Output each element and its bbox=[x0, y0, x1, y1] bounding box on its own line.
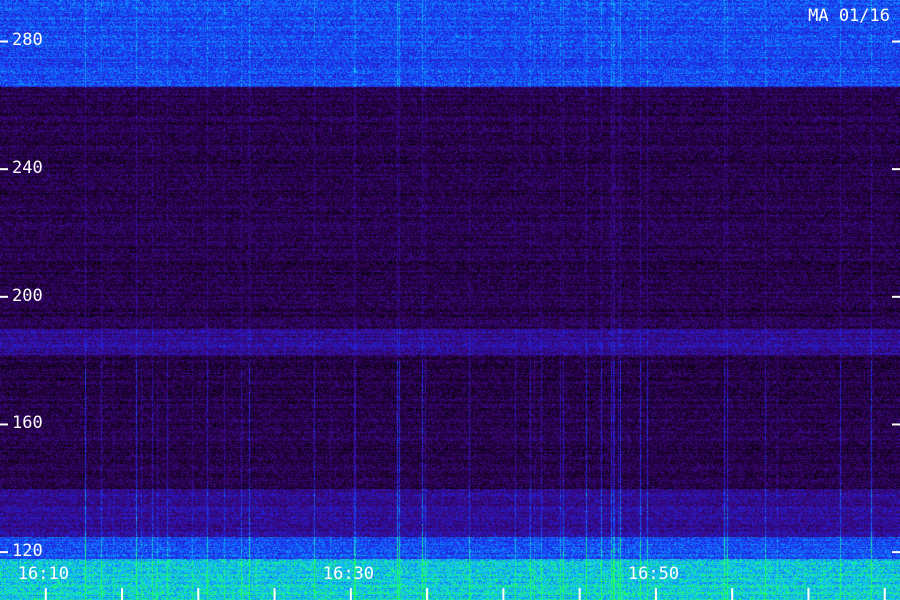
y-tick-label: 240 bbox=[12, 158, 43, 179]
x-tick-label: 16:10 bbox=[17, 564, 69, 584]
spectrogram-chart: MA 01/16 120 160 200 240 280 16:10 16:30 16:50 bbox=[0, 0, 900, 600]
chart-title: MA 01/16 bbox=[808, 6, 890, 26]
y-tick-label: 280 bbox=[12, 30, 43, 51]
chart-axes bbox=[0, 40, 900, 600]
x-tick-label: 16:30 bbox=[322, 564, 375, 584]
y-tick-label: 120 bbox=[12, 541, 43, 562]
y-tick-label: 200 bbox=[12, 285, 43, 306]
x-tick-label: 16:50 bbox=[627, 564, 680, 584]
y-tick-label: 160 bbox=[12, 413, 43, 434]
